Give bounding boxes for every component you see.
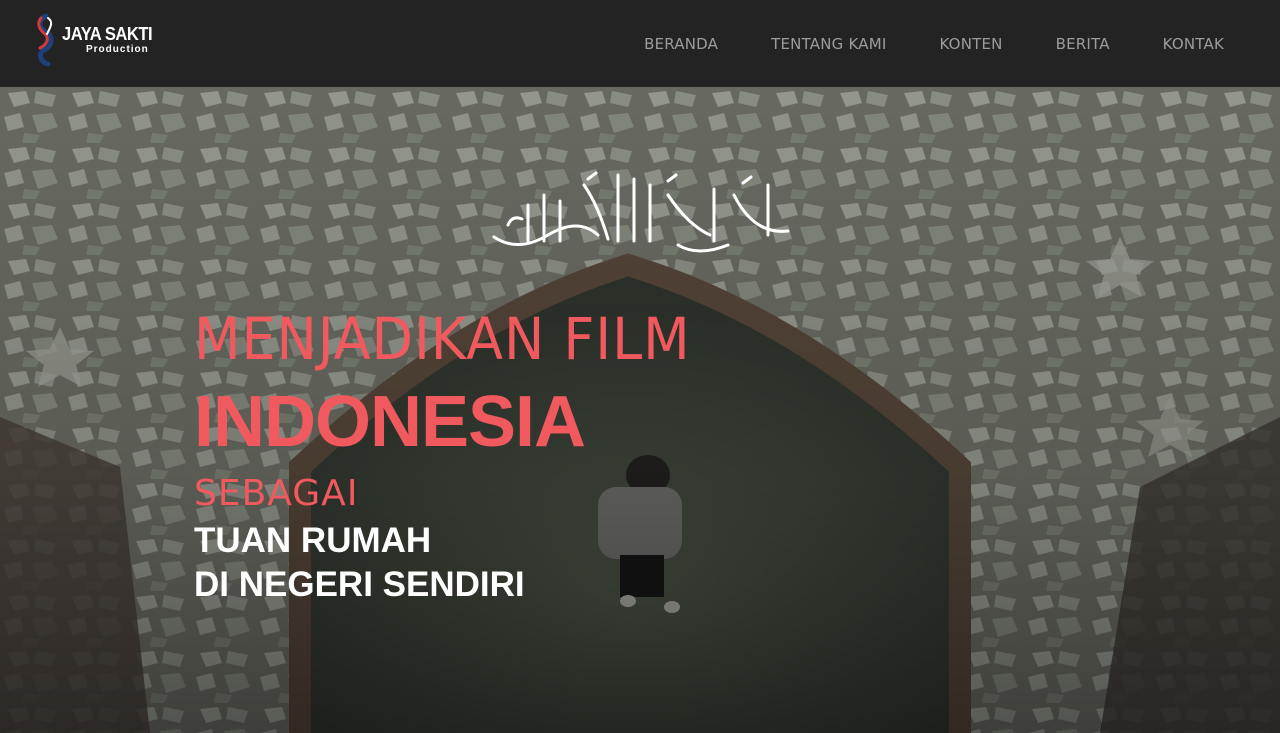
headline-line-2: INDONESIA [194,382,586,462]
headline-line-1: MENJADIKAN FILM [194,305,691,373]
navbar: JAYA SAKTI Production BERANDA TENTANG KA… [0,0,1280,87]
hero-section: MENJADIKAN FILM INDONESIA SEBAGAI TUAN R… [0,87,1280,733]
headline-line-3: SEBAGAI [194,473,359,514]
nav-item-kontak[interactable]: KONTAK [1163,33,1224,55]
headline-line-4: TUAN RUMAH [194,521,432,560]
main-nav: BERANDA TENTANG KAMI KONTEN BERITA KONTA… [644,33,1224,55]
brand-name: JAYA SAKTI [62,24,153,44]
bismillah-calligraphy [488,165,800,265]
brand-subtitle: Production [86,44,149,55]
headline-line-5: DI NEGERI SENDIRI [194,565,525,604]
nav-item-tentang-kami[interactable]: TENTANG KAMI [771,33,886,55]
brand-logo-mark-icon [37,13,54,67]
bismillah-calligraphy-icon [492,171,790,253]
nav-item-beranda[interactable]: BERANDA [644,33,718,55]
nav-item-konten[interactable]: KONTEN [939,33,1002,55]
brand-logo[interactable]: JAYA SAKTI Production [32,12,172,68]
nav-item-berita[interactable]: BERITA [1056,33,1110,55]
